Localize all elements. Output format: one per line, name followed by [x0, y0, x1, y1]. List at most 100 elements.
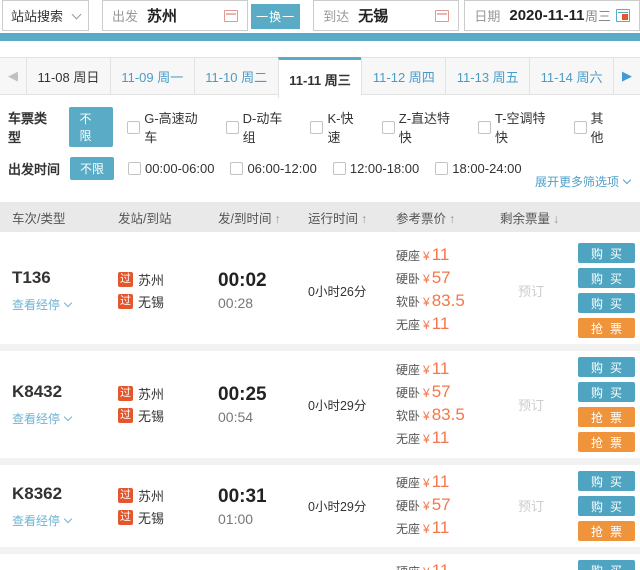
- filter-option[interactable]: Z-直达特快: [381, 108, 462, 146]
- filter-option[interactable]: 其他: [573, 108, 616, 146]
- grab-ticket-button[interactable]: 抢票: [578, 318, 635, 338]
- buy-button[interactable]: 购买: [578, 268, 635, 288]
- date-tab-11-09[interactable]: 11-09 周一: [109, 58, 194, 94]
- sort-asc-icon: ↑: [361, 211, 368, 226]
- date-field[interactable]: 日期 2020-11-11 周三: [464, 0, 640, 31]
- price-line: 无座 ¥ 11: [396, 314, 500, 337]
- date-tab-11-12[interactable]: 11-12 周四: [361, 58, 445, 94]
- header-times-sort[interactable]: 发/到时间 ↑: [218, 208, 308, 227]
- checkbox[interactable]: [230, 162, 244, 175]
- currency-sign: ¥: [423, 565, 430, 570]
- train-number: K8362: [12, 483, 63, 503]
- header-stations: 发站/到站: [118, 211, 172, 226]
- duration: 0小时29分: [308, 398, 367, 413]
- next-dates-arrow[interactable]: ▶: [614, 58, 640, 94]
- station-picker-icon[interactable]: [435, 9, 450, 22]
- swap-stations-button[interactable]: 一换一: [251, 4, 301, 29]
- buy-button[interactable]: 购买: [578, 357, 635, 377]
- price-line: 硬卧 ¥ 57: [396, 268, 500, 291]
- from-label: 出发: [111, 9, 138, 24]
- header-duration-sort[interactable]: 运行时间 ↑: [308, 208, 396, 227]
- buy-button[interactable]: 购买: [578, 382, 635, 402]
- pass-station-badge: 过: [118, 509, 133, 525]
- view-stops-link[interactable]: 查看经停: [12, 410, 118, 427]
- filter-option[interactable]: D-动车组: [225, 108, 295, 146]
- price-line: 软卧 ¥ 83.5: [396, 291, 500, 314]
- train-row: T136 查看经停 过 苏州 过 无锡 00:02 00:28 0小时26分 硬…: [0, 237, 640, 351]
- date-tab-11-08[interactable]: 11-08 周日: [26, 58, 110, 94]
- buy-button[interactable]: 购买: [578, 496, 635, 516]
- train-number: K8432: [12, 382, 63, 401]
- filter-option[interactable]: 18:00-24:00: [435, 161, 522, 176]
- filter-option[interactable]: 00:00-06:00: [128, 161, 214, 176]
- price-line: 硬卧 ¥ 57: [396, 382, 500, 405]
- from-station-field[interactable]: 出发 苏州: [101, 0, 249, 31]
- book-label: 预订: [518, 283, 545, 299]
- filter-group-label: 车票类型: [8, 111, 48, 145]
- filter-option[interactable]: 06:00-12:00: [230, 161, 317, 176]
- checkbox[interactable]: [332, 162, 346, 175]
- prev-dates-arrow[interactable]: ◀: [0, 58, 26, 94]
- seat-class-label: 无座: [396, 521, 421, 536]
- header-price-sort[interactable]: 参考票价 ↑: [396, 208, 500, 227]
- date-tabs-bar: ◀ 11-08 周日 11-09 周一 11-10 周二 11-11 周三 11-12 …: [0, 57, 640, 98]
- date-tab-11-14[interactable]: 11-14 周六: [529, 58, 615, 94]
- station-picker-icon[interactable]: [224, 9, 239, 22]
- checkbox[interactable]: [573, 120, 587, 134]
- filter-option[interactable]: G-高速动车: [127, 108, 209, 146]
- price-value: 11: [431, 244, 450, 264]
- price-line: 软卧 ¥ 83.5: [396, 405, 500, 428]
- grab-ticket-button[interactable]: 抢票: [578, 407, 635, 427]
- buy-button[interactable]: 购买: [578, 243, 635, 263]
- buy-button[interactable]: 购买: [578, 560, 635, 570]
- checkbox[interactable]: [381, 120, 395, 134]
- depart-time: 00:02: [218, 270, 267, 291]
- checkbox[interactable]: [310, 120, 324, 134]
- date-tab-11-13[interactable]: 11-13 周五: [445, 58, 529, 94]
- currency-sign: ¥: [423, 431, 430, 446]
- filter-option[interactable]: K-快速: [310, 108, 365, 146]
- buy-button[interactable]: 购买: [578, 471, 635, 491]
- train-row: K8432 查看经停 过 苏州 过 无锡 00:25 00:54 0小时29分 …: [0, 351, 640, 465]
- price-value: 11: [431, 471, 450, 491]
- price-value: 57: [431, 381, 451, 401]
- calendar-icon[interactable]: [616, 9, 630, 22]
- buy-button[interactable]: 购买: [578, 293, 635, 313]
- filter-any-button[interactable]: 不限: [69, 107, 114, 147]
- price-line: 硬座 ¥ 11: [396, 561, 500, 570]
- duration: 0小时26分: [308, 284, 367, 299]
- price-value: 57: [431, 267, 451, 287]
- view-stops-link[interactable]: 查看经停: [12, 512, 118, 529]
- view-stops-link[interactable]: 查看经停: [12, 296, 118, 313]
- price-list: 硬座 ¥ 11 硬卧 ¥ 57 软卧 ¥ 83.5 无座 ¥ 11: [396, 245, 500, 337]
- filter-any-button[interactable]: 不限: [70, 157, 115, 180]
- price-value: 11: [431, 358, 450, 378]
- action-buttons: 购买 购买 抢票 抢票: [562, 357, 640, 452]
- to-station-field[interactable]: 到达 无锡: [313, 0, 460, 31]
- grab-ticket-button[interactable]: 抢票: [578, 432, 635, 452]
- header-remaining-sort[interactable]: 剩余票量 ↓: [500, 208, 640, 227]
- expand-more-filters-link[interactable]: 展开更多筛选项: [535, 173, 632, 190]
- seat-class-label: 无座: [396, 317, 421, 332]
- chevron-down-icon: [63, 412, 73, 422]
- pass-station-badge: 过: [118, 294, 133, 309]
- from-station-name: 苏州: [138, 387, 165, 402]
- grab-ticket-button[interactable]: 抢票: [578, 521, 635, 541]
- checkbox[interactable]: [128, 162, 142, 175]
- search-mode-select[interactable]: 站站搜索: [2, 0, 89, 31]
- search-mode-value: 站站搜索: [11, 9, 64, 24]
- checkbox[interactable]: [225, 120, 239, 134]
- price-value: 83.5: [431, 404, 465, 424]
- checkbox[interactable]: [435, 162, 449, 175]
- to-station-name: 无锡: [138, 295, 165, 310]
- checkbox[interactable]: [127, 120, 141, 134]
- seat-class-label: 硬座: [396, 248, 421, 263]
- filter-option[interactable]: 12:00-18:00: [332, 161, 419, 176]
- filter-row: 车票类型 不限 G-高速动车 D-动车组 K-快速 Z-直达特快 T-空调特快 …: [8, 107, 632, 147]
- train-row: K8366 查看经停 过 苏州 过 无锡 00:40 01:08 0小时28分 …: [0, 554, 640, 570]
- date-tab-11-11[interactable]: 11-11 周三: [277, 57, 362, 98]
- checkbox[interactable]: [477, 120, 491, 134]
- filter-option[interactable]: T-空调特快: [477, 108, 558, 146]
- action-buttons: 购买购买抢票: [562, 560, 640, 570]
- date-tab-11-10[interactable]: 11-10 周二: [193, 58, 278, 94]
